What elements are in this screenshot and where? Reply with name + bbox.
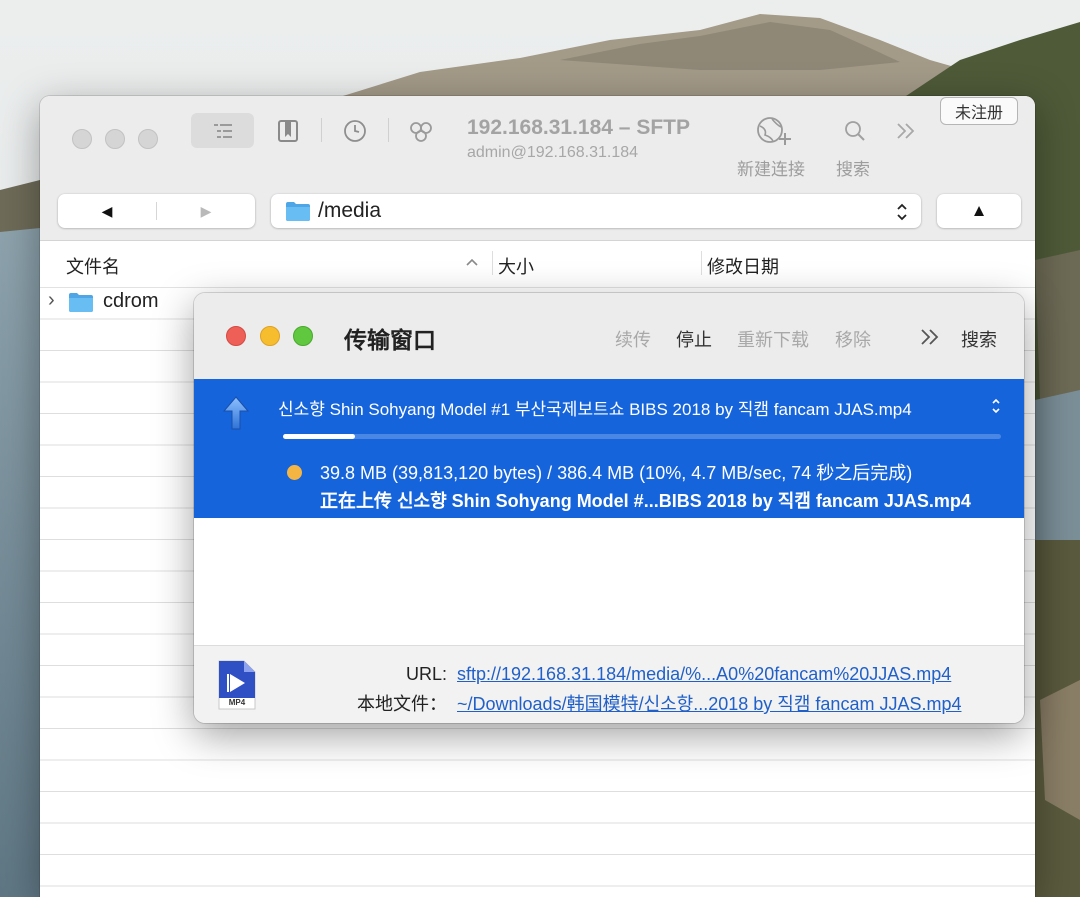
new-connection-label[interactable]: 新建连接 (737, 155, 805, 180)
toolbar-overflow-button[interactable] (893, 116, 919, 146)
file-name: cdrom (103, 290, 159, 312)
search-button[interactable] (840, 116, 870, 146)
file-type-badge: MP4 (228, 698, 246, 707)
transfer-status: 39.8 MB (39,813,120 bytes) / 386.4 MB (1… (320, 463, 913, 483)
close-window-button[interactable] (72, 129, 92, 149)
file-list-header: 文件名 大小 修改日期 (40, 241, 1035, 288)
clock-icon (344, 120, 366, 142)
transfer-search-button[interactable]: 搜索 (961, 326, 997, 352)
column-size-header[interactable]: 大小 (498, 253, 534, 279)
close-window-button[interactable] (226, 326, 246, 346)
bookmarks-button[interactable] (272, 116, 304, 146)
transfer-titlebar: 传输窗口 续传 停止 重新下载 移除 搜索 (194, 293, 1024, 379)
search-label[interactable]: 搜索 (836, 155, 870, 180)
back-button[interactable]: ◀ (58, 194, 156, 228)
transfer-file-name: 신소향 Shin Sohyang Model #1 부산국제보트쇼 BIBS 2… (278, 400, 912, 419)
status-dot (287, 465, 302, 480)
sort-ascending-icon (466, 258, 478, 266)
unregistered-button[interactable]: 未注册 (940, 97, 1018, 125)
window-title: 192.168.31.184 – SFTP (467, 116, 690, 139)
globe-plus-icon (757, 117, 791, 145)
upload-arrow-icon (222, 396, 250, 430)
path-selector[interactable]: /media (271, 194, 921, 228)
local-file-link[interactable]: ~/Downloads/韩国模特/신소향...2018 by 직캠 fancam… (457, 690, 961, 716)
redownload-button[interactable]: 重新下载 (737, 326, 809, 352)
minimize-window-button[interactable] (105, 129, 125, 149)
current-path: /media (318, 199, 382, 222)
disclosure-triangle[interactable]: › (48, 289, 55, 312)
back-forward-control: ◀ ▶ (58, 194, 255, 228)
list-view-button[interactable] (191, 113, 254, 148)
parent-directory-button[interactable]: ▲ (937, 194, 1021, 228)
transfer-action-text: 正在上传 신소향 Shin Sohyang Model #...BIBS 201… (320, 491, 971, 511)
search-icon (845, 121, 865, 141)
stop-button[interactable]: 停止 (676, 326, 712, 352)
url-link[interactable]: sftp://192.168.31.184/media/%...A0%20fan… (457, 664, 951, 685)
transfer-details-footer: MP4 URL: sftp://192.168.31.184/media/%..… (194, 645, 1024, 723)
folder-icon (69, 293, 93, 312)
transfer-list-empty-area (194, 518, 1024, 645)
main-titlebar: 192.168.31.184 – SFTP admin@192.168.31.1… (40, 96, 1035, 241)
forward-button[interactable]: ▶ (157, 194, 255, 228)
zoom-window-button[interactable] (138, 129, 158, 149)
transfer-item[interactable]: 신소향 Shin Sohyang Model #1 부산국제보트쇼 BIBS 2… (194, 379, 1024, 518)
new-connection-button[interactable] (754, 114, 794, 148)
chevron-up-down-icon (897, 203, 907, 221)
list-view-icon (213, 123, 232, 138)
bookmark-icon (278, 120, 298, 142)
network-nodes-icon (410, 122, 432, 142)
transfer-window: 传输窗口 续传 停止 重新下载 移除 搜索 신소향 Shin Sohyang M… (194, 293, 1024, 723)
chevron-double-right-icon[interactable] (918, 327, 942, 347)
remove-button[interactable]: 移除 (835, 326, 871, 352)
zoom-window-button[interactable] (293, 326, 313, 346)
minimize-window-button[interactable] (260, 326, 280, 346)
transfer-window-title: 传输窗口 (344, 327, 436, 353)
column-name-header[interactable]: 文件名 (66, 253, 120, 279)
chevron-double-right-icon (897, 123, 915, 139)
column-modified-header[interactable]: 修改日期 (707, 253, 779, 279)
resume-button[interactable]: 续传 (615, 326, 651, 352)
local-file-label: 本地文件： (357, 694, 447, 714)
window-subtitle: admin@192.168.31.184 (467, 144, 639, 161)
progress-bar (283, 434, 1001, 439)
chevron-up-down-icon[interactable] (990, 397, 1002, 415)
url-label: URL: (405, 664, 447, 684)
folder-icon (286, 202, 310, 221)
progress-bar-fill (283, 434, 355, 439)
history-button[interactable] (339, 116, 371, 146)
connections-button[interactable] (405, 116, 437, 146)
